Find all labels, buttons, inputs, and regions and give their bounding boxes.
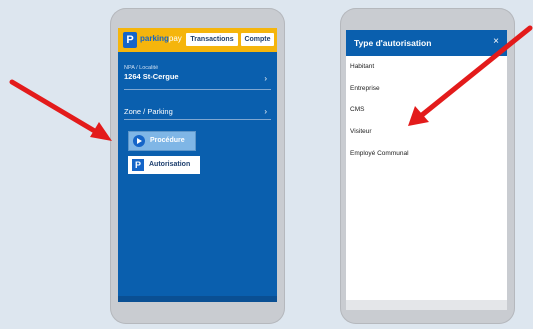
option-entreprise[interactable]: Entreprise — [350, 85, 380, 92]
authorization-button[interactable]: P Autorisation — [128, 156, 200, 174]
sheet-title: Type d'autorisation — [354, 38, 432, 48]
authorization-type-sheet: Type d'autorisation × Habitant Entrepris… — [346, 30, 507, 310]
top-bar: P parkingpay Transactions Compte — [118, 28, 277, 52]
parking-icon: P — [132, 159, 144, 171]
option-visiteur[interactable]: Visiteur — [350, 128, 372, 135]
app-screen-main: P parkingpay Transactions Compte NPA / L… — [118, 28, 277, 302]
tab-compte[interactable]: Compte — [241, 33, 274, 46]
sheet-header: Type d'autorisation × — [346, 30, 507, 56]
zone-parking-field[interactable]: Zone / Parking › — [124, 107, 271, 120]
option-cms[interactable]: CMS — [350, 106, 364, 113]
option-employe-communal[interactable]: Employé Communal — [350, 150, 409, 157]
red-arrow-left — [9, 79, 112, 141]
phone-frame-left: P parkingpay Transactions Compte NPA / L… — [110, 8, 285, 324]
sheet-footer — [346, 300, 507, 310]
parkingpay-logo-icon: P — [123, 32, 137, 48]
bottom-strip — [118, 296, 277, 302]
tab-transactions[interactable]: Transactions — [186, 33, 238, 46]
phone-frame-right: Type d'autorisation × Habitant Entrepris… — [340, 8, 515, 324]
npa-label: NPA / Localité — [124, 65, 159, 71]
npa-locality-field[interactable]: NPA / Localité 1264 St-Cergue › — [124, 65, 271, 90]
brand-primary: parking — [140, 34, 169, 43]
authorization-label: Autorisation — [149, 161, 191, 168]
chevron-right-icon: › — [264, 74, 267, 83]
procedure-button[interactable]: Procédure — [128, 131, 196, 151]
npa-value: 1264 St-Cergue — [124, 72, 179, 81]
procedure-label: Procédure — [150, 137, 185, 144]
chevron-right-icon: › — [264, 107, 267, 116]
brand-secondary: pay — [168, 34, 182, 43]
brand-name: parkingpay — [140, 34, 182, 43]
close-icon[interactable]: × — [493, 36, 499, 47]
play-icon — [133, 135, 145, 147]
option-habitant[interactable]: Habitant — [350, 63, 374, 70]
zone-label: Zone / Parking — [124, 107, 173, 116]
